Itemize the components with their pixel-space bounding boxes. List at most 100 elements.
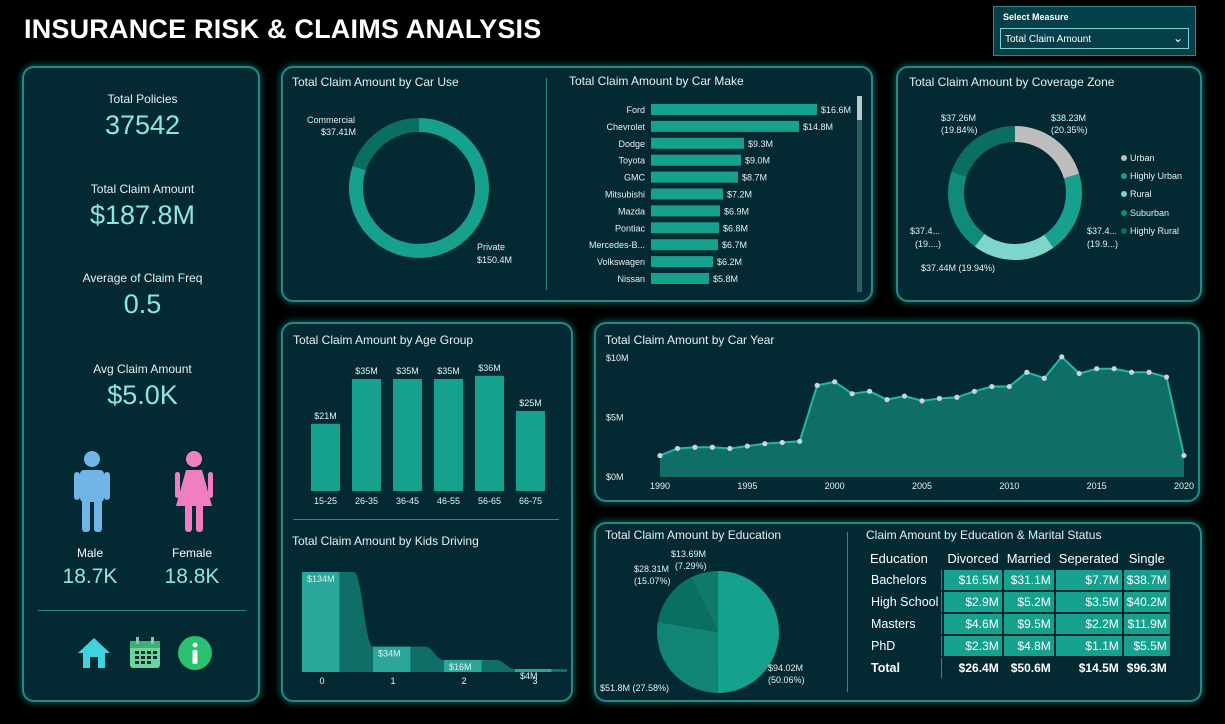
edu-hs-label: $51.8M (27.58%)	[600, 683, 669, 693]
age-tick: 66-75	[519, 496, 542, 506]
kpi-value: $187.8M	[89, 200, 196, 230]
table-cell: $96.3M	[1126, 661, 1167, 675]
table-header: Education Divorced Married Seperated Sin…	[867, 548, 1170, 568]
edu-masters-label: $28.31M	[634, 564, 669, 574]
female-label: Female	[171, 546, 212, 560]
year-point	[762, 441, 768, 447]
age-kids-panel: Total Claim Amount by Age Group $21M 15-2…	[281, 322, 573, 702]
car-make-label: Pontiac	[615, 223, 646, 233]
divider	[38, 610, 246, 611]
male-icon	[74, 451, 110, 532]
measure-dropdown[interactable]: Total Claim Amount ⌄	[1000, 28, 1189, 49]
commercial-label: Commercial	[307, 115, 355, 125]
male-value: 18.7K	[62, 565, 118, 588]
year-point	[1076, 370, 1082, 377]
col-seperated: Seperated	[1058, 550, 1119, 566]
legend-highly-rural: Highly Rural	[1130, 226, 1179, 236]
kpi-total-policies: Total Policies 37542	[24, 92, 261, 141]
kids-title: Total Claim Amount by Kids Driving	[292, 534, 479, 548]
car-year-panel: Total Claim Amount by Car Year $0M $5M $10…	[594, 322, 1200, 502]
legend-dot-suburban	[1121, 210, 1127, 216]
year-point	[1146, 369, 1152, 375]
measure-value: Total Claim Amount	[1005, 34, 1092, 45]
year-xtick: 2020	[1174, 481, 1194, 491]
info-icon[interactable]	[177, 635, 213, 671]
coverage-suburban-label: $37.4...	[910, 226, 940, 236]
table-cell: $40.2M	[1123, 592, 1170, 612]
male-label: Male	[76, 546, 103, 560]
home-icon[interactable]	[76, 636, 112, 670]
year-point	[1111, 366, 1117, 372]
year-point	[744, 443, 750, 449]
table-row: PhD $2.3M $4.8M $1.1M $5.5M	[867, 636, 1170, 656]
calendar-icon[interactable]	[128, 636, 162, 670]
age-bar	[475, 375, 504, 491]
coverage-donut	[948, 126, 1082, 260]
kids-area	[302, 572, 567, 672]
table-cell: $2.9M	[944, 592, 1002, 612]
table-cell: $1.1M	[1055, 636, 1122, 656]
car-make-value: $6.2M	[717, 257, 742, 267]
table-cell: $2.2M	[1055, 614, 1122, 634]
car-make-label: Nissan	[617, 274, 645, 284]
coverage-legend: Urban Highly Urban Rural Suburban Highly…	[1121, 153, 1182, 236]
table-cell: $4.6M	[944, 614, 1002, 634]
year-ytick: $10M	[606, 353, 629, 363]
table-cell: $11.9M	[1123, 614, 1170, 634]
kpi-label: Total Claim Amount	[90, 182, 195, 196]
coverage-chart: $38.23M (20.35%) $37.26M (19.84%) $37.4.…	[910, 113, 1182, 273]
car-make-label: Chevrolet	[606, 122, 645, 132]
year-point	[1129, 369, 1135, 375]
car-make-value: $8.7M	[742, 173, 767, 183]
year-point	[867, 388, 873, 394]
age-bar	[393, 379, 422, 491]
car-make-label: Mercedes-B...	[589, 240, 645, 250]
car-make-label: Dodge	[618, 139, 645, 149]
age-bar	[311, 423, 340, 491]
year-point	[954, 394, 960, 400]
car-make-bar	[651, 239, 718, 251]
panel-divider	[847, 532, 848, 692]
coverage-urban-pct: (20.35%)	[1051, 125, 1088, 135]
car-make-value: $7.2M	[727, 190, 752, 200]
coverage-slice-1	[1044, 173, 1082, 248]
car-make-bar	[651, 256, 713, 268]
kpi-value: 0.5	[123, 289, 162, 319]
year-point	[674, 445, 681, 452]
kids-value: $16M	[449, 662, 472, 672]
edu-bachelors-label: $94.02M	[768, 663, 803, 673]
table-cell: $3.5M	[1055, 592, 1122, 612]
private-value: $150.4M	[477, 255, 512, 265]
table-cell: $14.5M	[1078, 661, 1119, 675]
year-xtick: 1995	[737, 481, 757, 491]
age-value: $35M	[396, 366, 419, 376]
chevron-down-icon[interactable]: ⌄	[1173, 31, 1183, 45]
coverage-highly-rural-label: $37.26M	[941, 113, 976, 123]
car-make-bar	[651, 171, 738, 183]
scrollbar-thumb[interactable]	[857, 96, 862, 120]
year-point	[989, 383, 995, 390]
car-make-bar	[651, 188, 723, 200]
coverage-suburban-pct: (19....)	[915, 239, 941, 249]
table-cell: $5.5M	[1123, 636, 1170, 656]
coverage-highly-rural-pct: (19.84%)	[941, 125, 978, 135]
car-make-bar	[651, 104, 817, 115]
year-point	[779, 439, 785, 446]
car-use-make-panel: Total Claim Amount by Car Use Total Clai…	[281, 66, 873, 302]
car-make-value: $6.8M	[723, 223, 748, 233]
car-make-value: $14.8M	[803, 122, 833, 132]
scrollbar[interactable]	[857, 96, 862, 292]
page-title: INSURANCE RISK & CLAIMS ANALYSIS	[24, 14, 542, 44]
legend-urban: Urban	[1130, 153, 1155, 163]
year-xtick: 2005	[912, 481, 932, 491]
kids-value: $134M	[307, 574, 335, 584]
edu-phd-label: $13.69M	[671, 549, 706, 559]
measure-selector[interactable]: Select Measure Total Claim Amount ⌄	[993, 6, 1196, 56]
measure-label: Select Measure	[1003, 12, 1069, 22]
legend-dot-rural	[1121, 191, 1127, 197]
car-make-bar	[651, 154, 741, 166]
car-make-chart: Ford $16.6M Chevrolet $14.8M Dodge $9.3M Toyot…	[589, 104, 851, 284]
year-ytick: $0M	[606, 472, 624, 482]
table-row: Bachelors $16.5M $31.1M $7.7M $38.7M	[867, 570, 1170, 590]
age-value: $36M	[478, 363, 501, 373]
